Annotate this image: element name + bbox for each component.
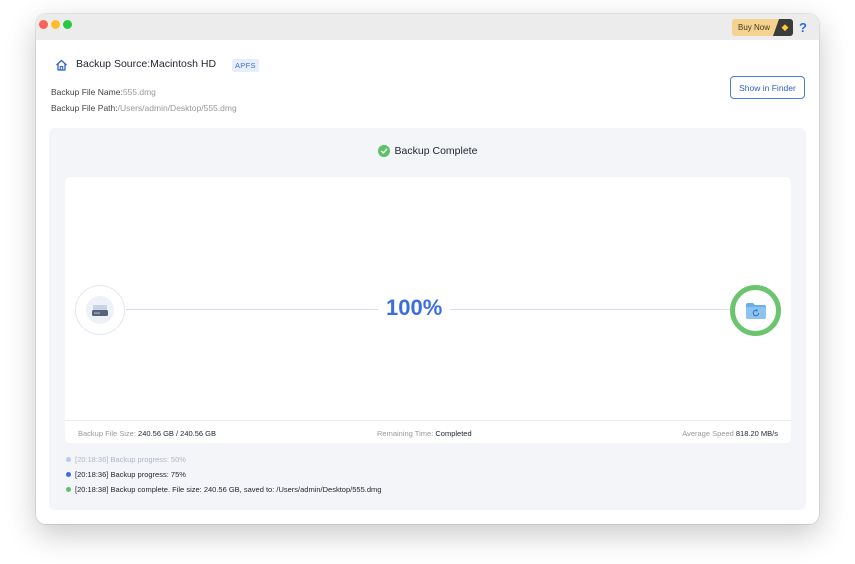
home-icon[interactable] [55, 59, 68, 71]
buy-now-label: Buy Now [738, 23, 771, 32]
log-dot [66, 457, 71, 462]
backup-file-name: Backup File Name:555.dmg [51, 87, 156, 97]
show-in-finder-button[interactable]: Show in Finder [730, 76, 805, 99]
destination-folder [730, 285, 781, 336]
file-path-label: Backup File Path: [51, 103, 118, 113]
zoom-window-button[interactable] [63, 20, 72, 29]
average-speed-value: 818.20 MB/s [735, 429, 778, 438]
progress-visual: 100% Backup File Size: 240.56 GB / 240.5… [65, 177, 791, 443]
source-disk [75, 285, 125, 335]
average-speed-label: Average Speed [682, 429, 734, 438]
log-text: [20:18:38] Backup complete. File size: 2… [75, 485, 382, 494]
progress-percent: 100% [378, 295, 451, 321]
remaining-time-label: Remaining Time: [377, 429, 434, 438]
file-name-value: 555.dmg [122, 87, 156, 97]
average-speed-stat: Average Speed 818.20 MB/s [682, 429, 778, 438]
help-icon[interactable]: ? [799, 20, 807, 35]
buy-now-button[interactable]: Buy Now ◆ [732, 19, 793, 36]
remaining-time-value: Completed [435, 429, 472, 438]
status-label: Backup Complete [394, 145, 478, 157]
diamond-icon: ◆ [773, 19, 793, 36]
log-entry: [20:18:36] Backup progress: 50% [66, 455, 186, 464]
backup-source-label: Backup Source:Macintosh HD [76, 58, 217, 70]
stats-bar: Backup File Size: 240.56 GB / 240.56 GB … [65, 420, 791, 443]
title-bar: Buy Now ◆ ? [36, 14, 819, 40]
folder-sync-icon [745, 302, 766, 319]
file-size-stat: Backup File Size: 240.56 GB / 240.56 GB [78, 429, 216, 438]
log-dot [66, 472, 71, 477]
log-entry: [20:18:36] Backup progress: 75% [66, 470, 186, 479]
check-circle-icon [377, 145, 390, 157]
hard-drive-icon [86, 296, 114, 324]
file-name-label: Backup File Name: [51, 87, 123, 97]
log-dot [66, 487, 71, 492]
log-text: [20:18:36] Backup progress: 50% [75, 455, 186, 464]
log-text: [20:18:36] Backup progress: 75% [75, 470, 186, 479]
remaining-time-stat: Remaining Time: Completed [377, 429, 472, 438]
close-window-button[interactable] [39, 20, 48, 29]
status-line: Backup Complete [49, 145, 806, 157]
backup-file-path: Backup File Path:/Users/admin/Desktop/55… [51, 103, 237, 113]
file-path-value: /Users/admin/Desktop/555.dmg [117, 103, 237, 113]
backup-progress-panel: Backup Complete 100% Backup File Size: 2… [49, 128, 806, 510]
minimize-window-button[interactable] [51, 20, 60, 29]
app-window: Buy Now ◆ ? Backup Source:Macintosh HD A… [36, 14, 819, 524]
file-size-value: 240.56 GB / 240.56 GB [138, 429, 217, 438]
file-size-label: Backup File Size: [78, 429, 136, 438]
filesystem-badge: APFS [232, 59, 259, 72]
log-entry: [20:18:38] Backup complete. File size: 2… [66, 485, 381, 494]
